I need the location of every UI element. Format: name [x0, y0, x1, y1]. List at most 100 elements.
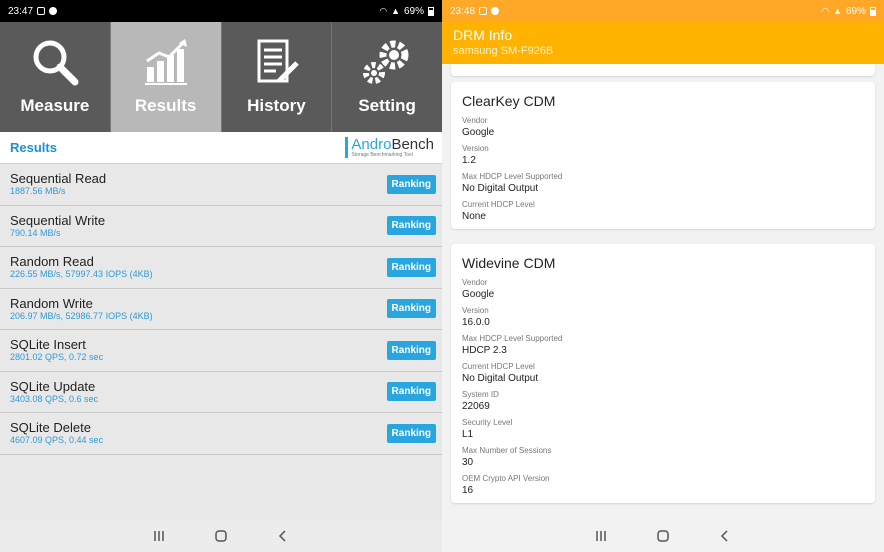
field-value: 22069	[462, 401, 490, 412]
drm-scroll-area[interactable]: ClearKey CDM Vendor Google Version 1.2 M…	[442, 64, 884, 520]
result-name: Sequential Read	[10, 171, 107, 187]
battery-percent: 69%	[845, 5, 866, 17]
field-label: Max HDCP Level Supported	[462, 334, 563, 343]
status-time: 23:47	[8, 5, 34, 17]
status-time: 23:48	[450, 5, 476, 17]
field-label: Version	[462, 144, 489, 153]
field-value: None	[462, 211, 486, 222]
field-label: Max Number of Sessions	[462, 446, 552, 455]
field-value: 16	[462, 485, 474, 496]
field-label: Vendor	[462, 278, 488, 287]
card-title: ClearKey CDM	[462, 93, 556, 109]
result-value: 206.97 MB/s, 52986.77 IOPS (4KB)	[10, 310, 153, 321]
field-label: OEM Crypto API Version	[462, 474, 550, 483]
results-list: Sequential Read 1887.56 MB/s Ranking Sequ…	[0, 164, 442, 455]
ranking-button[interactable]: Ranking	[386, 257, 436, 277]
bar-chart-icon	[141, 34, 191, 90]
field-value: 30	[462, 457, 474, 468]
result-name: SQLite Delete	[10, 420, 91, 436]
results-header: Results AndroBench Storage Benchmarking …	[0, 132, 442, 164]
field-label: Vendor	[462, 116, 488, 125]
gallery-notification-icon	[479, 7, 488, 15]
navigation-bar	[442, 520, 884, 552]
field-label: Current HDCP Level	[462, 362, 535, 371]
result-name: SQLite Insert	[10, 337, 86, 353]
field-label: System ID	[462, 390, 499, 399]
battery-icon	[870, 6, 876, 16]
recents-icon[interactable]	[593, 528, 609, 544]
clearkey-card: ClearKey CDM Vendor Google Version 1.2 M…	[451, 82, 875, 229]
result-name: SQLite Update	[10, 378, 96, 394]
field-value: Google	[462, 127, 495, 138]
field-value: 16.0.0	[462, 317, 490, 328]
result-value: 3403.08 QPS, 0.6 sec	[10, 393, 99, 404]
tab-setting[interactable]: Setting	[332, 22, 442, 132]
app-bar: DRM Info samsung SM-F926B	[442, 22, 884, 64]
tab-label: Results	[134, 96, 197, 115]
field-value: L1	[462, 429, 474, 440]
field-label: Max HDCP Level Supported	[462, 172, 563, 181]
result-value: 226.55 MB/s, 57997.43 IOPS (4KB)	[10, 269, 153, 280]
result-value: 1887.56 MB/s	[10, 186, 66, 197]
wifi-icon: ◠	[821, 5, 830, 16]
document-icon	[251, 34, 301, 90]
result-value: 790.14 MB/s	[10, 227, 61, 238]
field-value: 1.2	[462, 155, 476, 166]
result-row: Sequential Write 790.14 MB/s Ranking	[0, 206, 442, 247]
widevine-card: Widevine CDM Vendor Google Version 16.0.…	[451, 244, 875, 503]
ranking-button[interactable]: Ranking	[386, 423, 436, 443]
field-value: No Digital Output	[462, 373, 539, 384]
ranking-button[interactable]: Ranking	[386, 340, 436, 360]
main-tabs: Measure Results History Setting	[0, 22, 442, 132]
ranking-button[interactable]: Ranking	[386, 382, 436, 402]
result-value: 2801.02 QPS, 0.72 sec	[10, 352, 104, 363]
result-row: SQLite Update 3403.08 QPS, 0.6 sec Rankin…	[0, 372, 442, 413]
ranking-button[interactable]: Ranking	[386, 299, 436, 319]
wifi-icon: ◠	[379, 5, 388, 16]
field-value: No Digital Output	[462, 183, 539, 194]
status-bar: 23:47 ◠ ▲ 69%	[0, 0, 442, 22]
field-value: HDCP 2.3	[462, 345, 507, 356]
tab-measure[interactable]: Measure	[0, 22, 111, 132]
home-icon[interactable]	[213, 528, 229, 544]
battery-icon	[428, 6, 434, 16]
navigation-bar	[0, 520, 442, 552]
tab-label: Measure	[20, 96, 90, 115]
drm-info-screen: 23:48 ◠ ▲ 69% DRM Info samsung SM-F926B …	[442, 0, 884, 552]
card-title: Widevine CDM	[462, 255, 556, 271]
field-value: Google	[462, 289, 495, 300]
back-icon[interactable]	[717, 528, 733, 544]
result-row: SQLite Delete 4607.09 QPS, 0.44 sec Ranki…	[0, 413, 442, 455]
result-name: Sequential Write	[10, 212, 106, 228]
tab-results[interactable]: Results	[110, 22, 222, 132]
gallery-notification-icon	[37, 7, 46, 15]
tab-label: History	[247, 96, 306, 115]
app-title: DRM Info	[453, 27, 513, 43]
status-bar: 23:48 ◠ ▲ 69%	[442, 0, 884, 22]
home-icon[interactable]	[655, 528, 671, 544]
result-row: Random Read 226.55 MB/s, 57997.43 IOPS (4…	[0, 247, 442, 289]
result-row: Sequential Read 1887.56 MB/s Ranking	[0, 164, 442, 206]
androbench-screen: 23:47 ◠ ▲ 69% Measure Results History Se…	[0, 0, 442, 552]
magnifier-icon	[30, 34, 80, 90]
results-title: Results	[10, 140, 57, 155]
notification-icon	[491, 7, 500, 15]
tab-history[interactable]: History	[221, 22, 333, 132]
result-value: 4607.09 QPS, 0.44 sec	[10, 435, 104, 446]
signal-icon: ▲	[391, 6, 400, 16]
field-label: Version	[462, 306, 489, 315]
battery-percent: 69%	[403, 5, 424, 17]
ranking-button[interactable]: Ranking	[386, 216, 436, 236]
result-name: Random Read	[10, 254, 94, 270]
field-label: Security Level	[462, 418, 513, 427]
androbench-logo: AndroBench Storage Benchmarking Tool	[345, 137, 434, 158]
notification-icon	[49, 7, 58, 15]
result-row: SQLite Insert 2801.02 QPS, 0.72 sec Ranki…	[0, 330, 442, 372]
result-row: Random Write 206.97 MB/s, 52986.77 IOPS (…	[0, 289, 442, 330]
ranking-button[interactable]: Ranking	[386, 174, 436, 194]
signal-icon: ▲	[833, 6, 842, 16]
back-icon[interactable]	[275, 528, 291, 544]
recents-icon[interactable]	[151, 528, 167, 544]
previous-card-edge	[451, 64, 875, 76]
field-label: Current HDCP Level	[462, 200, 535, 209]
